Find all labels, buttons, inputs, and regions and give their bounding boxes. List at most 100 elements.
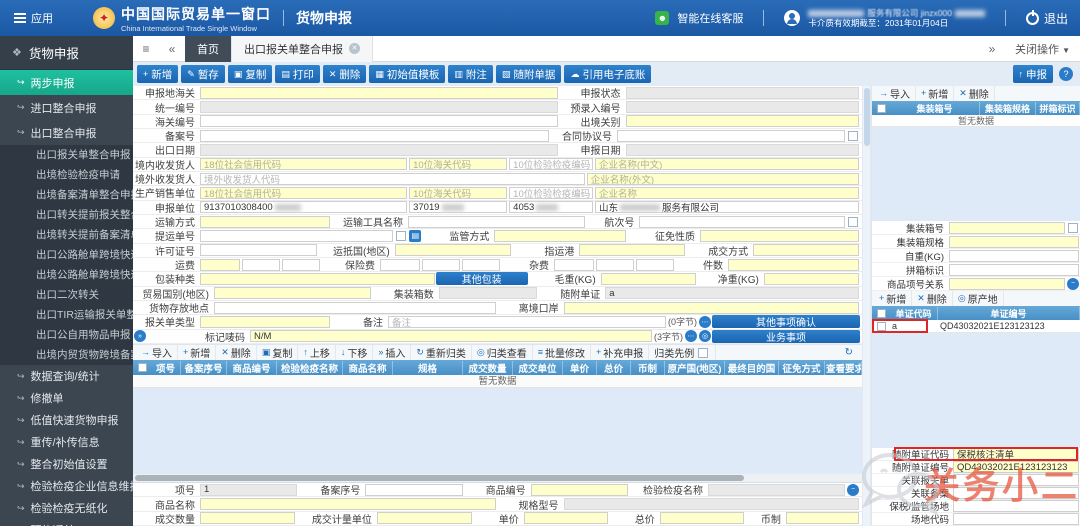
bill-no-checkbox[interactable]	[396, 231, 406, 241]
departure-port-input[interactable]	[564, 302, 859, 314]
attached-doc-no-input[interactable]: QD43032021E123123123	[953, 461, 1079, 473]
exemption-nature-input[interactable]	[700, 230, 859, 242]
marks-input[interactable]: N/M	[250, 330, 652, 342]
currency-input[interactable]	[786, 512, 859, 524]
toolbar-button[interactable]: 引用电子底账	[564, 65, 651, 83]
toolbar-button[interactable]: 复制	[228, 65, 273, 83]
sidebar-item[interactable]: ↪ 重传/补传信息	[0, 431, 133, 453]
toolbar-button[interactable]: 删除	[323, 65, 367, 83]
exit-port-input[interactable]	[626, 115, 859, 127]
trade-country-input[interactable]	[214, 287, 371, 299]
domestic-consignor-ciq-code-input[interactable]: 10位检验检疫编码	[509, 158, 593, 170]
items-column-header[interactable]: 征免方式	[779, 361, 825, 375]
container-column-header[interactable]: 集装箱号	[890, 102, 980, 115]
freight-mark-input[interactable]	[200, 259, 240, 271]
production-unit-name-input[interactable]: 企业名称	[595, 187, 859, 199]
items-column-header[interactable]: 查看要求	[825, 361, 862, 375]
transport-mode-input[interactable]	[200, 216, 330, 228]
site-code-input[interactable]	[953, 513, 1079, 525]
items-toolbar-button[interactable]: 重新归类	[411, 345, 472, 360]
contract-checkbox[interactable]	[848, 131, 858, 141]
sidebar-item[interactable]: ↪ 数据查询/统计	[0, 365, 133, 387]
items-toolbar-button[interactable]: 补充申报	[591, 345, 649, 360]
sidebar-root-cargo-declare[interactable]: ❖ 货物申报	[0, 36, 133, 70]
supervision-mode-input[interactable]	[494, 230, 626, 242]
domestic-consignor-customs-code-input[interactable]: 10位海关代码	[409, 158, 507, 170]
declare-customs-input[interactable]	[200, 87, 558, 99]
bill-doc-icon[interactable]: ▤	[409, 230, 421, 242]
items-toolbar-button[interactable]: 上移	[298, 345, 336, 360]
remark-more-icon[interactable]: ⋯	[699, 316, 711, 328]
items-column-header[interactable]: 币制	[631, 361, 665, 375]
expand-icon[interactable]: »	[134, 330, 146, 342]
toolbar-button[interactable]: 打印	[275, 65, 320, 83]
voyage-no-input[interactable]	[639, 216, 845, 228]
lcl-flag-input[interactable]	[949, 264, 1079, 276]
sidebar-item-two-step[interactable]: ↪ 两步申报	[0, 70, 133, 95]
sidebar-item[interactable]: ↪ 低值快速货物申报	[0, 409, 133, 431]
unified-no-input[interactable]	[200, 101, 558, 113]
container-toolbar-button[interactable]: 新增	[916, 86, 954, 101]
insurance-currency-input[interactable]	[462, 259, 500, 271]
toolbar-button[interactable]: 初始值模板	[369, 65, 445, 83]
transaction-unit-input[interactable]	[377, 512, 472, 524]
declare-unit-name-input[interactable]: 山东服务有限公司	[595, 201, 859, 213]
declare-button[interactable]: 申报	[1013, 65, 1054, 83]
miscfee-currency-input[interactable]	[636, 259, 674, 271]
items-toolbar-button[interactable]: 新增	[178, 345, 216, 360]
toolbar-button[interactable]: 暂存	[181, 65, 225, 83]
doc-code-cell[interactable]: a	[890, 321, 938, 331]
insurance-rate-input[interactable]	[422, 259, 460, 271]
items-column-header[interactable]: 项号	[151, 361, 181, 375]
production-unit-ciq-code-input[interactable]: 10位检验检疫编码	[509, 187, 593, 199]
marks-more-icon[interactable]: ⋯	[685, 330, 697, 342]
items-column-header[interactable]: 商品名称	[343, 361, 393, 375]
goods-item-relation-input[interactable]	[949, 278, 1065, 290]
insurance-mark-input[interactable]	[380, 259, 420, 271]
sidebar-subitem[interactable]: 出境备案清单整合申报	[0, 185, 133, 205]
export-date-input[interactable]	[200, 144, 558, 156]
voyage-checkbox[interactable]	[848, 217, 858, 227]
sidebar-item-import-integrated[interactable]: ↪ 进口整合申报	[0, 95, 133, 120]
related-record-input[interactable]	[953, 487, 1079, 499]
sidebar-item[interactable]: ↪ 检验检疫企业信息维护	[0, 475, 133, 497]
tab-home[interactable]: 首页	[185, 36, 231, 62]
select-all-checkbox[interactable]	[138, 363, 147, 372]
record-no-input[interactable]	[200, 130, 549, 142]
record-seq-input[interactable]	[365, 484, 462, 496]
overseas-consignee-name-input[interactable]: 企业名称(外文)	[587, 173, 859, 185]
vertical-scrollbar-thumb[interactable]	[864, 88, 870, 146]
sidebar-subitem[interactable]: 出口公路舱单跨境快速通关	[0, 245, 133, 265]
total-price-input[interactable]	[660, 512, 744, 524]
ciq-name-collapse-icon[interactable]: −	[847, 484, 859, 496]
items-column-header[interactable]: 检验检疫名称	[277, 361, 343, 375]
docs-row-checkbox[interactable]	[877, 322, 886, 331]
tab-export-declaration[interactable]: 出口报关单整合申报 ✕	[231, 36, 373, 62]
bonded-site-input[interactable]	[953, 500, 1079, 512]
customs-no-input[interactable]	[200, 115, 558, 127]
freight-currency-input[interactable]	[282, 259, 320, 271]
horizontal-scrollbar[interactable]	[133, 474, 862, 482]
close-tab-icon[interactable]: ✕	[349, 43, 360, 54]
sidebar-item[interactable]: ↪ 修撤单	[0, 387, 133, 409]
production-unit-customs-code-input[interactable]: 10位海关代码	[409, 187, 507, 199]
items-column-header[interactable]: 最终目的国	[725, 361, 779, 375]
preentry-no-input[interactable]	[626, 101, 859, 113]
production-unit-credit-code-input[interactable]: 18位社会信用代码	[200, 187, 407, 199]
declare-unit-customs-code-input[interactable]: 37019	[409, 201, 507, 213]
container-no-input[interactable]	[949, 222, 1065, 234]
help-icon[interactable]: ?	[1059, 67, 1073, 81]
gross-weight-input[interactable]	[601, 273, 696, 285]
classification-precedent-toggle[interactable]: 归类先例	[649, 345, 716, 360]
apps-menu-button[interactable]: 应用	[0, 10, 65, 26]
sidebar-subitem[interactable]: 出口报关单整合申报	[0, 145, 133, 165]
license-no-input[interactable]	[200, 244, 317, 256]
items-toolbar-button[interactable]: 删除	[216, 345, 257, 360]
scroll-tabs-left-icon[interactable]: «	[159, 42, 185, 56]
net-weight-input[interactable]	[764, 273, 859, 285]
items-toolbar-button[interactable]: 批量修改	[533, 345, 591, 360]
docs-table-row[interactable]: a QD43032021E123123123	[872, 320, 1080, 333]
items-column-header[interactable]: 总价	[597, 361, 631, 375]
sidebar-subitem[interactable]: 出口TIR运输报关单整合申报	[0, 305, 133, 325]
package-type-input[interactable]	[200, 273, 435, 285]
